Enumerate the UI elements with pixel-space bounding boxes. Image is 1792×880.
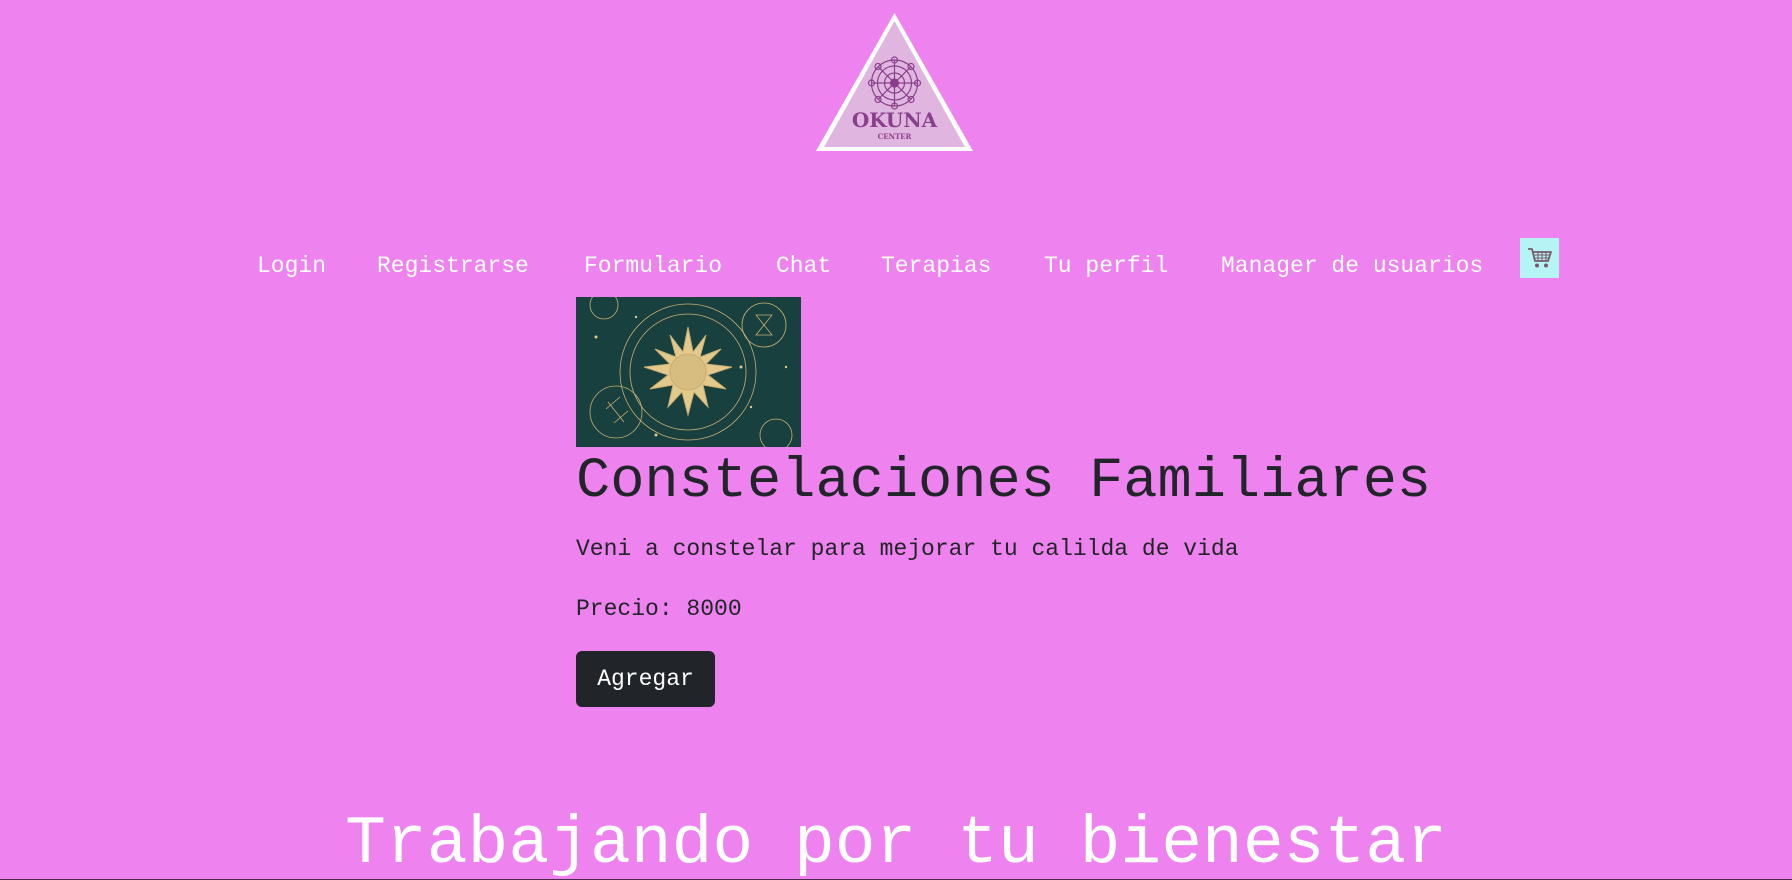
nav-user-manager-link[interactable]: Manager de usuarios [1221,252,1483,280]
nav-chat-link[interactable]: Chat [776,252,831,280]
okuna-logo: OKUNA CENTER [816,13,973,151]
add-to-cart-button[interactable]: Agregar [576,651,715,707]
nav-register-link[interactable]: Registrarse [377,252,529,280]
nav-login-link[interactable]: Login [257,252,326,280]
cart-button[interactable] [1520,238,1559,278]
therapy-description: Veni a constelar para mejorar tu calilda… [576,536,1239,562]
nav-form-link[interactable]: Formulario [584,252,722,280]
mandala-icon [867,56,922,110]
shopping-cart-icon [1527,248,1552,268]
main-nav: Login Registrarse Formulario Chat Terapi… [0,238,1792,294]
therapy-image [576,297,801,447]
footer-title: Trabajando por tu bienestar [345,806,1447,880]
therapy-price: Precio: 8000 [576,596,742,622]
nav-therapies-link[interactable]: Terapias [881,252,991,280]
logo-brand: OKUNA [852,108,938,132]
nav-profile-link[interactable]: Tu perfil [1044,252,1168,280]
logo-sub: CENTER [878,132,912,141]
therapy-title: Constelaciones Familiares [576,450,1432,514]
